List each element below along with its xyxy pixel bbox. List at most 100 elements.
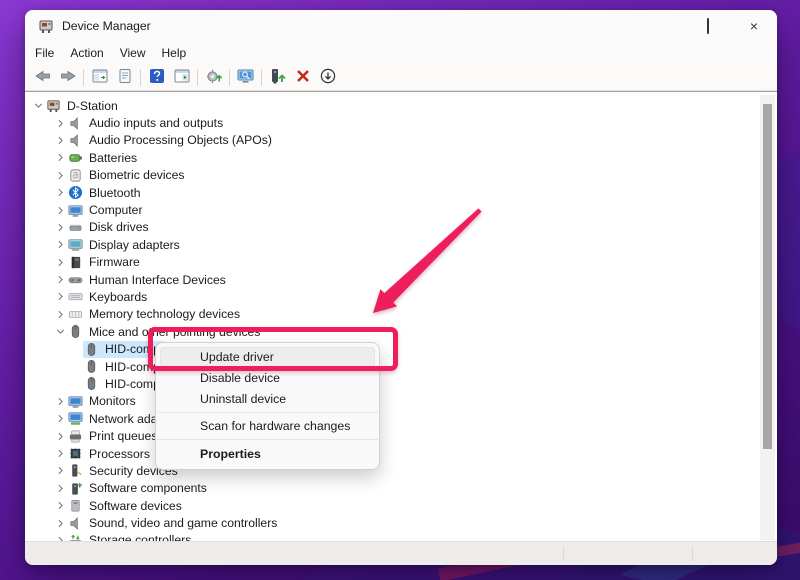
scan-hardware-icon — [205, 67, 223, 88]
mouse-icon — [84, 359, 100, 374]
context-menu-item-uninstall-device[interactable]: Uninstall device — [160, 389, 375, 409]
chevron-right-icon[interactable] — [53, 186, 67, 200]
title-bar[interactable]: Device Manager × — [25, 10, 777, 42]
back-arrow-button[interactable] — [30, 67, 55, 88]
tree-item-label: Audio inputs and outputs — [89, 116, 223, 130]
minimize-button[interactable] — [639, 10, 685, 42]
tree-item-audio-inputs-and-outputs[interactable]: Audio inputs and outputs — [25, 114, 777, 131]
tree-item-software-devices[interactable]: Software devices — [25, 497, 777, 514]
status-bar-divider — [692, 546, 693, 561]
toolbar-separator — [229, 69, 230, 86]
tree-item-label: Sound, video and game controllers — [89, 516, 277, 530]
disable-device-button[interactable] — [315, 67, 340, 88]
menu-help[interactable]: Help — [154, 44, 195, 62]
context-menu-item-scan-for-hardware-changes[interactable]: Scan for hardware changes — [160, 416, 375, 436]
chevron-right-icon[interactable] — [53, 447, 67, 461]
update-driver-button[interactable] — [265, 67, 290, 88]
network-icon — [68, 411, 84, 426]
chevron-right-icon[interactable] — [53, 307, 67, 321]
chevron-right-icon[interactable] — [53, 168, 67, 182]
toolbar — [25, 64, 777, 91]
tree-item-mice-and-other-pointing-devices[interactable]: Mice and other pointing devices — [25, 323, 777, 340]
menu-view[interactable]: View — [112, 44, 154, 62]
scrollbar-thumb[interactable] — [763, 104, 772, 449]
context-menu-item-properties[interactable]: Properties — [160, 443, 375, 465]
tree-item-label: Keyboards — [89, 290, 147, 304]
console-tree-button[interactable] — [87, 67, 112, 88]
context-menu-item-disable-device[interactable]: Disable device — [160, 368, 375, 388]
mouse-icon — [84, 342, 100, 357]
uninstall-device-icon — [294, 67, 312, 88]
action-pane-button[interactable] — [169, 67, 194, 88]
toolbar-separator — [197, 69, 198, 86]
menu-action[interactable]: Action — [62, 44, 111, 62]
desktop: Device Manager × FileActionViewHelp D-St… — [0, 0, 800, 580]
chevron-right-icon[interactable] — [53, 290, 67, 304]
chevron-down-icon[interactable] — [31, 99, 45, 113]
uninstall-device-button[interactable] — [290, 67, 315, 88]
chevron-right-icon[interactable] — [53, 516, 67, 530]
chevron-right-icon[interactable] — [53, 412, 67, 426]
help-button[interactable] — [144, 67, 169, 88]
chevron-right-icon[interactable] — [53, 220, 67, 234]
tree-item-label: Firmware — [89, 255, 140, 269]
tree-item-d-station[interactable]: D-Station — [25, 97, 777, 114]
tree-item-label: Bluetooth — [89, 186, 141, 200]
search-computer-button[interactable] — [233, 67, 258, 88]
software-component-icon — [68, 481, 84, 496]
tree-item-hid-comp[interactable]: HID-comp — [25, 375, 777, 392]
chevron-right-icon[interactable] — [53, 203, 67, 217]
tree-item-label: Batteries — [89, 151, 137, 165]
properties-button[interactable] — [112, 67, 137, 88]
chevron-right-icon[interactable] — [53, 151, 67, 165]
tree-item-processors[interactable]: Processors — [25, 445, 777, 462]
scan-hardware-button[interactable] — [201, 67, 226, 88]
tree-item-sound-video-and-game-controllers[interactable]: Sound, video and game controllers — [25, 514, 777, 531]
device-manager-icon — [38, 18, 54, 34]
tree-item-hid-comp[interactable]: HID-comp — [25, 340, 777, 357]
maximize-button[interactable] — [685, 10, 731, 42]
chevron-right-icon[interactable] — [53, 133, 67, 147]
tree-item-bluetooth[interactable]: Bluetooth — [25, 184, 777, 201]
chevron-right-icon[interactable] — [53, 464, 67, 478]
chevron-down-icon[interactable] — [53, 325, 67, 339]
chevron-right-icon[interactable] — [53, 116, 67, 130]
printer-icon — [68, 429, 84, 444]
action-pane-icon — [173, 67, 191, 88]
chevron-right-icon[interactable] — [53, 255, 67, 269]
tree-item-label: Memory technology devices — [89, 307, 240, 321]
vertical-scrollbar[interactable] — [760, 95, 775, 540]
chevron-right-icon[interactable] — [53, 429, 67, 443]
menu-file[interactable]: File — [27, 44, 62, 62]
window-title: Device Manager — [62, 19, 151, 33]
toolbar-separator — [261, 69, 262, 86]
toolbar-separator — [83, 69, 84, 86]
mouse-icon — [68, 324, 84, 339]
display-adapter-icon — [68, 237, 84, 252]
speaker-icon — [68, 516, 84, 531]
tree-item-batteries[interactable]: Batteries — [25, 149, 777, 166]
bluetooth-icon — [68, 185, 84, 200]
tree-item-label: Biometric devices — [89, 168, 185, 182]
chevron-right-icon[interactable] — [53, 394, 67, 408]
chevron-right-icon[interactable] — [53, 481, 67, 495]
chevron-right-icon[interactable] — [53, 273, 67, 287]
forward-arrow-button[interactable] — [55, 67, 80, 88]
chevron-right-icon[interactable] — [53, 238, 67, 252]
tree-item-audio-processing-objects-apos[interactable]: Audio Processing Objects (APOs) — [25, 132, 777, 149]
monitor-icon — [68, 394, 84, 409]
tree-item-biometric-devices[interactable]: Biometric devices — [25, 167, 777, 184]
tree-item-monitors[interactable]: Monitors — [25, 393, 777, 410]
tree-item-label: Processors — [89, 447, 150, 461]
forward-arrow-icon — [59, 67, 77, 88]
tree-item-network-adap[interactable]: Network adap — [25, 410, 777, 427]
tree-item-hid-comp[interactable]: HID-comp — [25, 358, 777, 375]
search-computer-icon — [237, 67, 255, 88]
tree-item-security-devices[interactable]: Security devices — [25, 462, 777, 479]
keyboard-icon — [68, 289, 84, 304]
chevron-right-icon[interactable] — [53, 499, 67, 513]
menu-bar: FileActionViewHelp — [25, 42, 777, 64]
close-button[interactable]: × — [731, 10, 777, 42]
tree-item-print-queues[interactable]: Print queues — [25, 427, 777, 444]
tree-item-software-components[interactable]: Software components — [25, 480, 777, 497]
